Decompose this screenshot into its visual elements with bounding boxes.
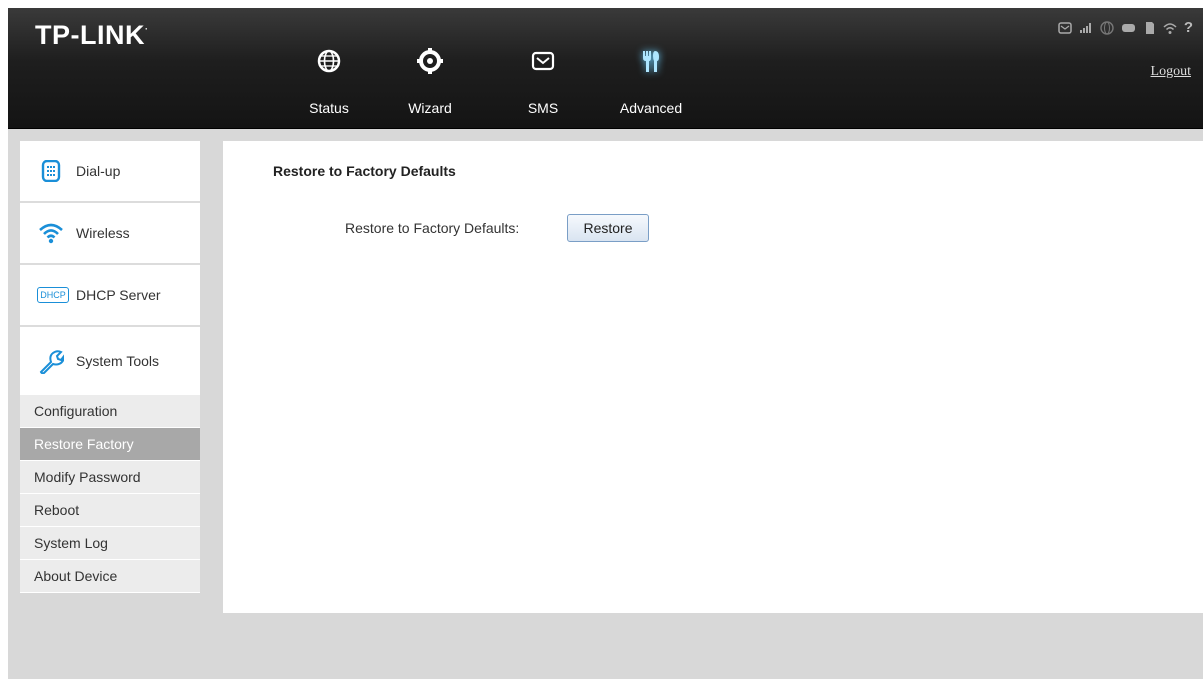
sidebar-item-label: Dial-up xyxy=(76,163,121,179)
nav-advanced-label: Advanced xyxy=(619,100,683,116)
status-icon-bar: ? xyxy=(1058,20,1193,36)
top-navigation-bar: TP-LINK· Status Wizard SMS Advanced ? Lo… xyxy=(8,8,1203,129)
app-window: TP-LINK· Status Wizard SMS Advanced ? Lo… xyxy=(8,8,1203,679)
sidebar-item-dhcp-server[interactable]: DHCP DHCP Server xyxy=(20,265,200,327)
submenu-item-about-device[interactable]: About Device xyxy=(20,560,200,593)
sidebar-item-dialup[interactable]: Dial-up xyxy=(20,141,200,203)
wifi-icon xyxy=(1163,22,1177,34)
page-title: Restore to Factory Defaults xyxy=(273,163,456,179)
sidebar-item-system-tools[interactable]: System Tools xyxy=(20,327,200,395)
nav-status[interactable]: Status xyxy=(284,48,374,122)
submenu-item-reboot[interactable]: Reboot xyxy=(20,494,200,527)
wrench-icon xyxy=(38,348,64,374)
sidebar-item-wireless[interactable]: Wireless xyxy=(20,203,200,265)
sidebar-item-label: System Tools xyxy=(76,353,159,369)
restore-field-label: Restore to Factory Defaults: xyxy=(345,220,520,236)
dhcp-icon: DHCP xyxy=(37,282,69,308)
sms-status-icon xyxy=(1058,22,1072,34)
sim-icon xyxy=(1145,22,1154,34)
logout-link[interactable]: Logout xyxy=(1151,64,1191,80)
tp-link-logo: TP-LINK· xyxy=(35,20,149,50)
main-content-panel: Restore to Factory Defaults Restore to F… xyxy=(223,141,1203,613)
battery-icon xyxy=(1121,24,1135,32)
gear-icon xyxy=(417,48,443,74)
system-tools-submenu: Configuration Restore Factory Modify Pas… xyxy=(20,395,200,593)
help-icon[interactable]: ? xyxy=(1184,20,1193,35)
nav-sms[interactable]: SMS xyxy=(498,48,588,122)
restore-button[interactable]: Restore xyxy=(567,214,649,242)
signal-icon xyxy=(1079,23,1091,33)
submenu-item-restore-factory[interactable]: Restore Factory xyxy=(20,428,200,461)
nav-sms-label: SMS xyxy=(527,100,559,116)
tools-icon xyxy=(643,51,659,72)
network-globe-icon xyxy=(1100,21,1114,35)
sidebar-item-label: Wireless xyxy=(76,225,130,241)
nav-advanced[interactable]: Advanced xyxy=(606,48,696,122)
submenu-item-configuration[interactable]: Configuration xyxy=(20,395,200,428)
nav-wizard-label: Wizard xyxy=(408,100,452,116)
globe-icon xyxy=(317,49,341,73)
dialup-icon xyxy=(38,158,64,184)
submenu-item-system-log[interactable]: System Log xyxy=(20,527,200,560)
sidebar: Dial-up Wireless DHCP DHCP Server System… xyxy=(20,141,200,593)
nav-status-label: Status xyxy=(309,100,349,116)
wifi-icon xyxy=(38,220,64,246)
submenu-item-modify-password[interactable]: Modify Password xyxy=(20,461,200,494)
sidebar-item-label: DHCP Server xyxy=(76,287,161,303)
nav-wizard[interactable]: Wizard xyxy=(385,48,475,122)
envelope-icon xyxy=(531,51,555,71)
